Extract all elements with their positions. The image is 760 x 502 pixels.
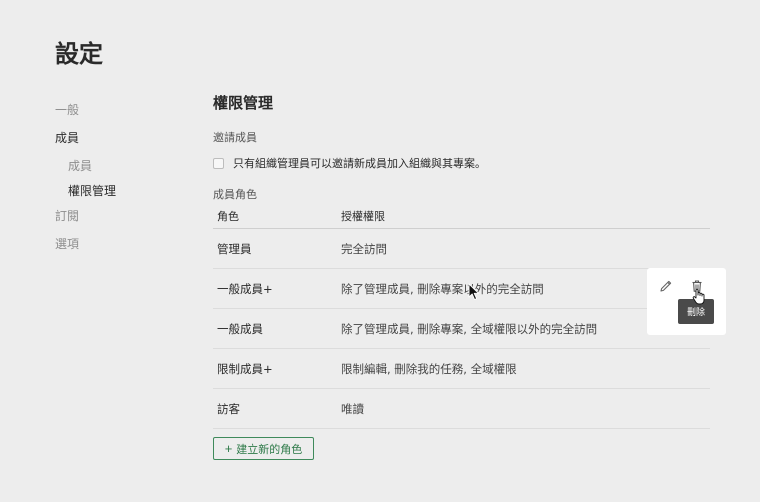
- invite-restriction-checkbox[interactable]: [213, 157, 224, 169]
- table-row[interactable]: 一般成員+ 除了管理成員, 刪除專案以外的完全訪問: [213, 269, 710, 309]
- table-row[interactable]: 管理員 完全訪問: [213, 229, 710, 269]
- column-header-permission: 授權權限: [341, 210, 385, 223]
- create-role-button[interactable]: + 建立新的角色: [213, 437, 314, 460]
- table-row[interactable]: 限制成員+ 限制編輯, 刪除我的任務, 全域權限: [213, 349, 710, 389]
- sidebar-item-general[interactable]: 一般: [55, 102, 195, 130]
- role-name: 一般成員+: [217, 281, 273, 296]
- row-actions-popover: 刪除: [647, 268, 726, 335]
- settings-sidebar: 一般 成員 成員 權限管理 訂閱 選項: [55, 102, 195, 264]
- sidebar-subitem-permissions[interactable]: 權限管理: [55, 183, 195, 208]
- table-header: 角色 授權權限: [213, 206, 710, 229]
- arrow-cursor-icon: [468, 283, 479, 300]
- create-role-label: 建立新的角色: [236, 443, 303, 456]
- role-permission: 完全訪問: [341, 241, 387, 256]
- page-title: 設定: [55, 40, 103, 68]
- pencil-icon[interactable]: [658, 278, 674, 294]
- permissions-panel: 權限管理 邀請成員 只有組織管理員可以邀請新成員加入組織與其專案。 成員角色 角…: [213, 92, 710, 460]
- sidebar-item-members[interactable]: 成員: [55, 130, 195, 158]
- role-permission: 限制編輯, 刪除我的任務, 全域權限: [341, 361, 517, 376]
- hand-cursor-icon: [692, 288, 705, 305]
- sidebar-item-subscription[interactable]: 訂閱: [55, 208, 195, 236]
- role-permission: 唯讀: [341, 401, 364, 416]
- roles-table: 角色 授權權限 管理員 完全訪問 一般成員+ 除了管理成員, 刪除專案以外的完全…: [213, 206, 710, 429]
- table-row[interactable]: 一般成員 除了管理成員, 刪除專案, 全域權限以外的完全訪問: [213, 309, 710, 349]
- section-title: 權限管理: [213, 94, 274, 112]
- plus-icon: +: [224, 441, 233, 456]
- sidebar-item-options[interactable]: 選項: [55, 236, 195, 264]
- table-row[interactable]: 訪客 唯讀: [213, 389, 710, 429]
- sidebar-subitem-members[interactable]: 成員: [55, 158, 195, 183]
- column-header-role: 角色: [217, 210, 239, 223]
- role-name: 管理員: [217, 241, 252, 256]
- role-name: 限制成員+: [217, 361, 273, 376]
- role-name: 訪客: [217, 401, 240, 416]
- role-name: 一般成員: [217, 321, 263, 336]
- invite-restriction-option[interactable]: 只有組織管理員可以邀請新成員加入組織與其專案。: [213, 155, 486, 171]
- member-roles-label: 成員角色: [213, 188, 257, 201]
- invite-members-label: 邀請成員: [213, 131, 257, 144]
- invite-restriction-label: 只有組織管理員可以邀請新成員加入組織與其專案。: [233, 157, 486, 170]
